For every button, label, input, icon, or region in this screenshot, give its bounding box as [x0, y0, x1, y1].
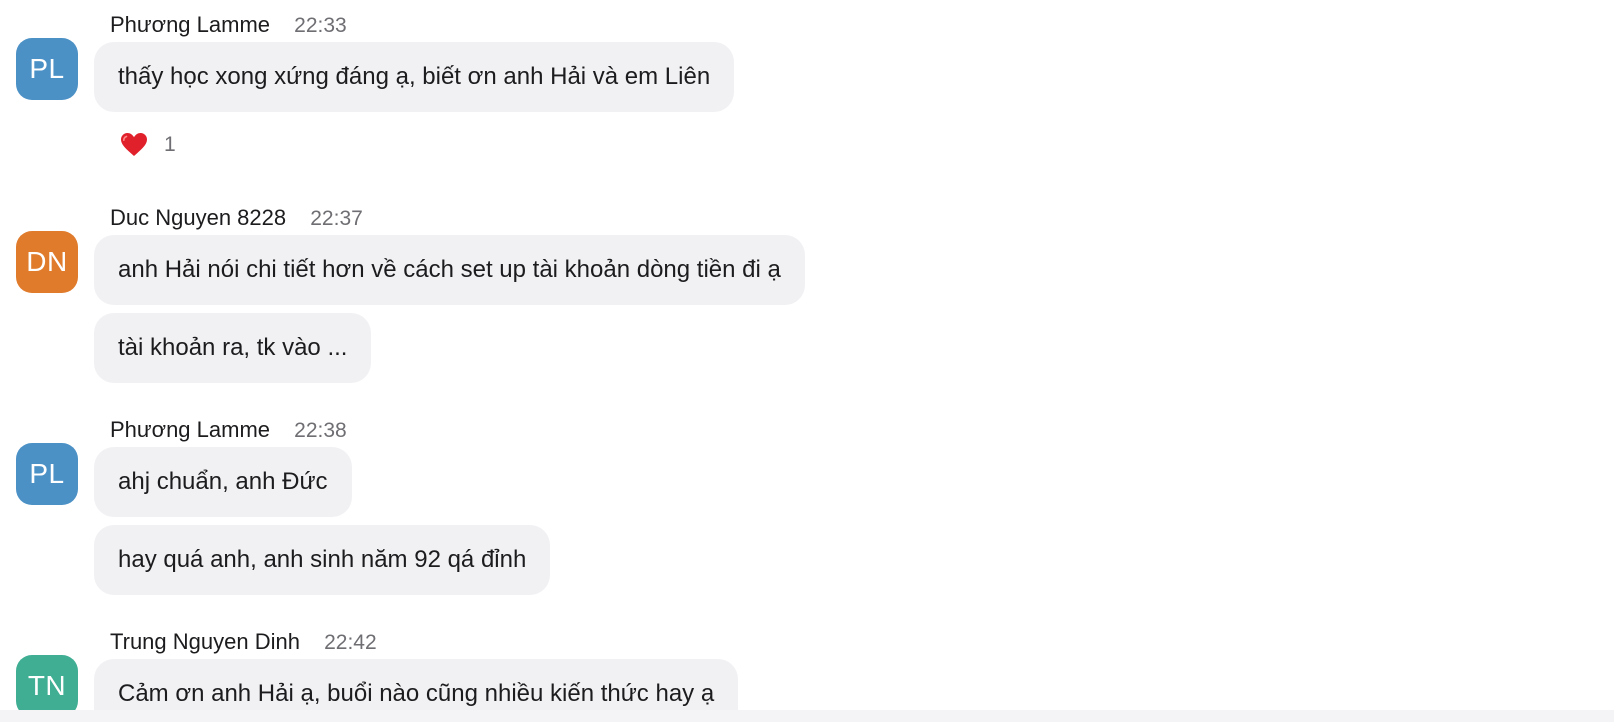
message-header: Phương Lamme 22:33 — [110, 12, 347, 39]
message-bubble[interactable]: tài khoản ra, tk vào ... — [94, 313, 372, 383]
message-bubble[interactable]: ahj chuẩn, anh Đức — [94, 447, 352, 517]
message-time: 22:42 — [324, 631, 377, 654]
avatar[interactable]: DN — [16, 231, 78, 293]
avatar[interactable]: TN — [16, 655, 78, 717]
avatar[interactable]: PL — [16, 443, 78, 505]
reaction-count: 1 — [164, 133, 176, 156]
composer-edge — [0, 710, 1614, 722]
message-time: 22:38 — [294, 419, 347, 442]
message-time: 22:33 — [294, 14, 347, 37]
sender-name[interactable]: Phương Lamme — [110, 12, 270, 37]
message-bubble[interactable]: anh Hải nói chi tiết hơn về cách set up … — [94, 235, 805, 305]
sender-name[interactable]: Duc Nguyen 8228 — [110, 205, 286, 230]
heart-icon — [121, 133, 147, 156]
message-bubble[interactable]: hay quá anh, anh sinh năm 92 qá đỉnh — [94, 525, 551, 595]
avatar[interactable]: PL — [16, 38, 78, 100]
message-header: Trung Nguyen Dinh 22:42 — [110, 629, 377, 656]
reaction-pill[interactable]: 1 — [120, 130, 176, 160]
chat-message-list[interactable]: Phương Lamme 22:33 PL thấy học xong xứng… — [0, 0, 1614, 722]
message-header: Duc Nguyen 8228 22:37 — [110, 205, 363, 232]
sender-name[interactable]: Phương Lamme — [110, 417, 270, 442]
message-bubble[interactable]: thấy học xong xứng đáng ạ, biết ơn anh H… — [94, 42, 735, 112]
message-header: Phương Lamme 22:38 — [110, 417, 347, 444]
message-time: 22:37 — [310, 207, 363, 230]
sender-name[interactable]: Trung Nguyen Dinh — [110, 629, 300, 654]
